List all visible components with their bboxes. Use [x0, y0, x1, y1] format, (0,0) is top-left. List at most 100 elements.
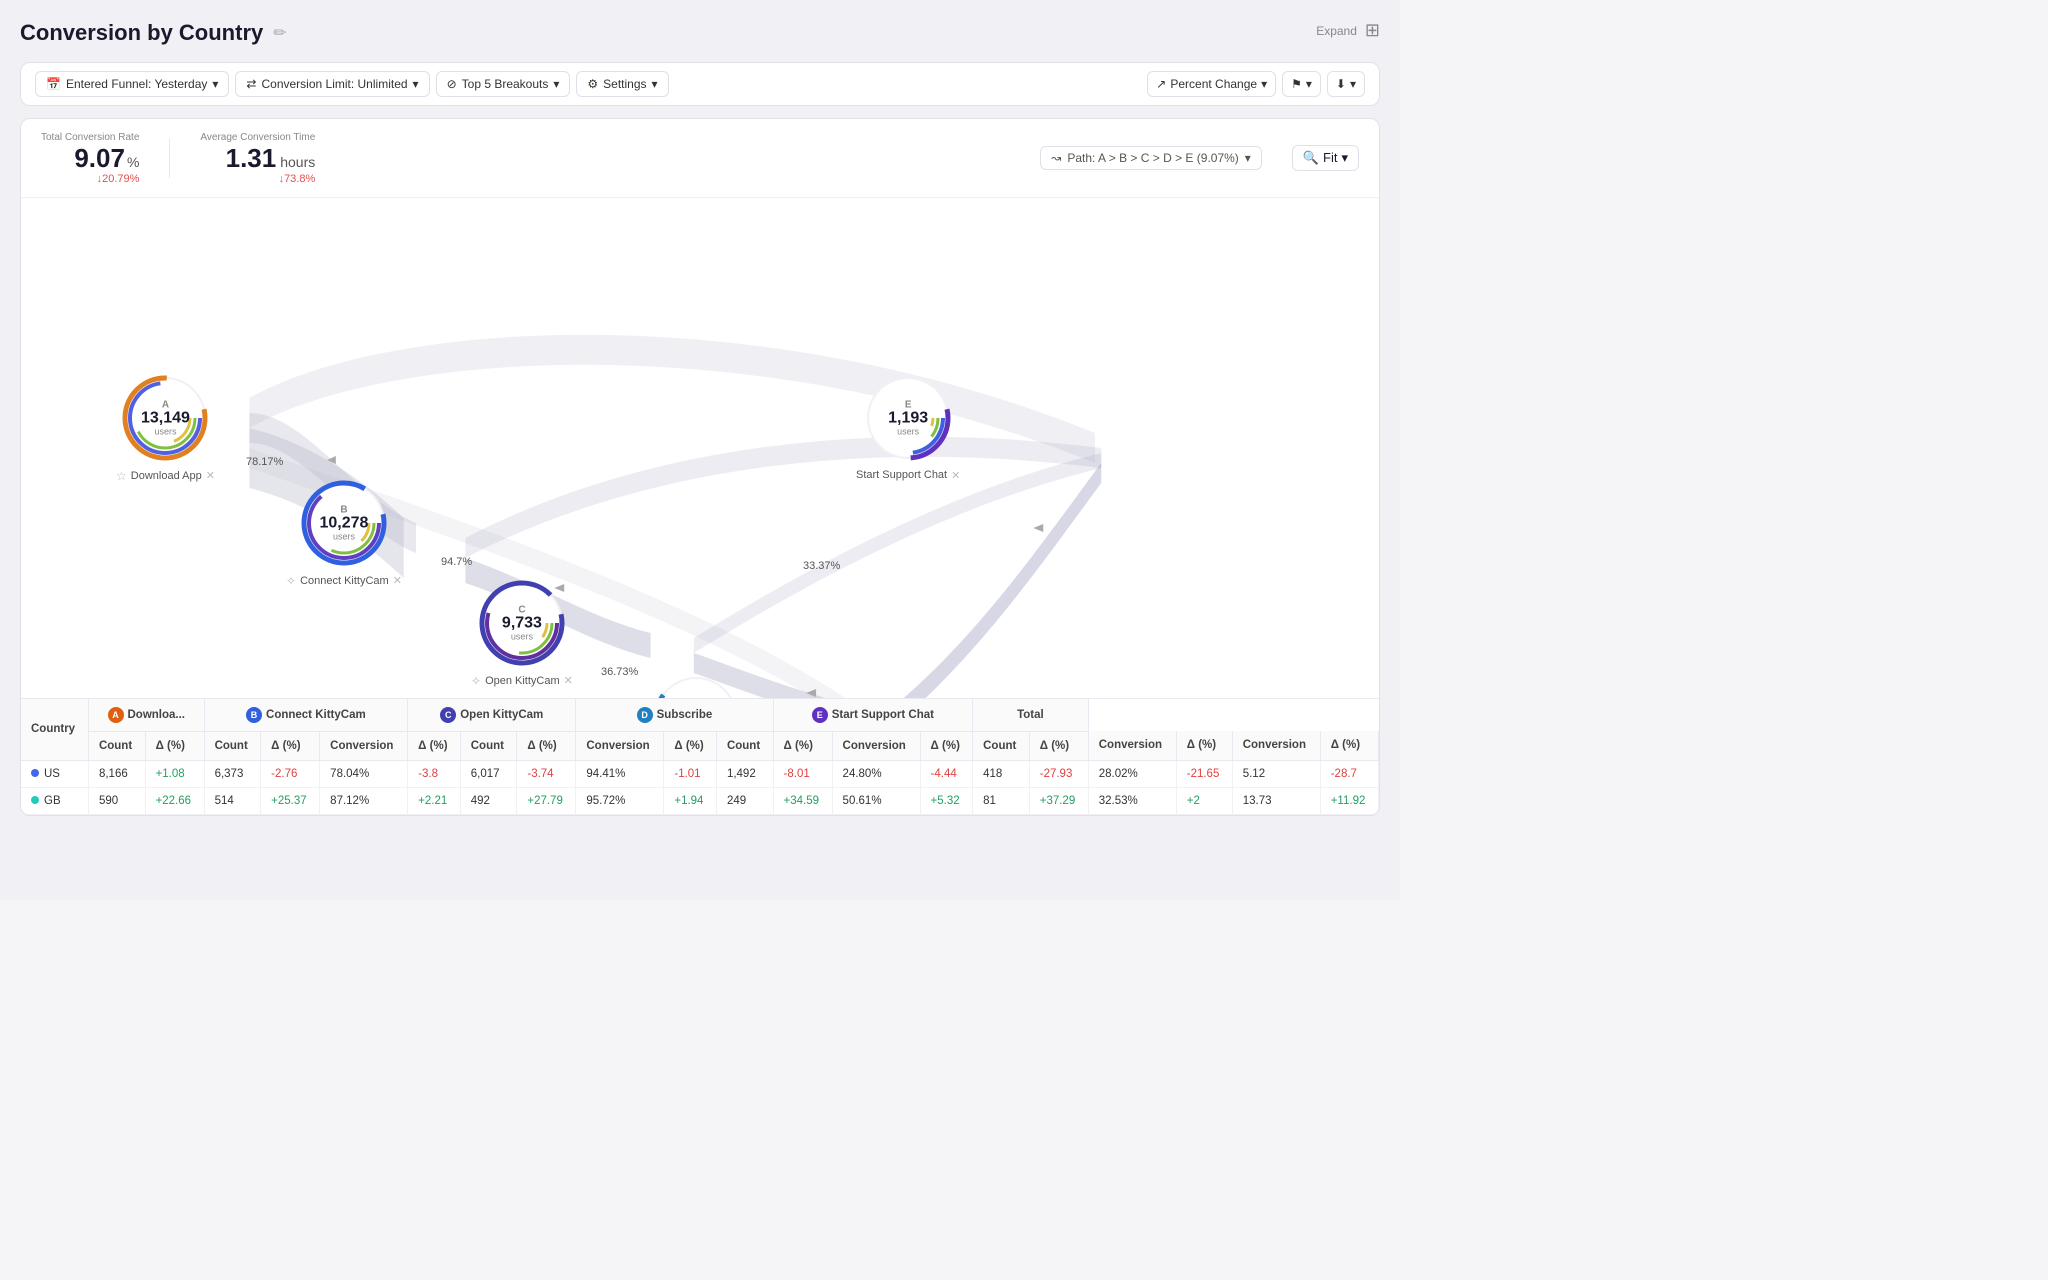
- avg-conversion-value: 1.31: [226, 144, 277, 173]
- node-b-count: 10,278: [320, 515, 369, 531]
- total-conversion-change: ↓20.79%: [97, 173, 140, 185]
- th-b-count: Count: [204, 731, 261, 760]
- node-c-users: users: [502, 631, 542, 641]
- filter-icon: ⊘: [447, 77, 457, 91]
- avg-conversion-change: ↓73.8%: [279, 173, 316, 185]
- node-e-count: 1,193: [888, 410, 928, 426]
- th-step-b: B Connect KittyCam: [204, 699, 408, 732]
- node-c-count: 9,733: [502, 615, 542, 631]
- chevron-down-icon2: ▾: [413, 77, 419, 91]
- td-us-b-conv: 78.04%: [320, 760, 408, 787]
- percent-change-btn[interactable]: ↗ Percent Change ▾: [1147, 71, 1276, 97]
- td-gb-d-count: 249: [716, 787, 773, 814]
- flag-btn[interactable]: ⚑ ▾: [1282, 71, 1321, 97]
- download-btn[interactable]: ⬇ ▾: [1327, 71, 1365, 97]
- pct-label-cd: 36.73%: [601, 666, 638, 678]
- calendar-icon: 📅: [46, 77, 61, 91]
- td-gb-d-conv-delta: +5.32: [920, 787, 973, 814]
- node-e-label: Start Support Chat ✕: [856, 469, 960, 482]
- td-gb-c-delta: +27.79: [517, 787, 576, 814]
- node-c-close[interactable]: ✕: [564, 674, 573, 687]
- td-us-c-conv: 94.41%: [576, 760, 664, 787]
- conversion-limit-btn[interactable]: ⇄ Conversion Limit: Unlimited ▾: [235, 71, 429, 97]
- table-wrapper[interactable]: Country A Downloa... B Connect K: [21, 699, 1379, 815]
- td-us-total-conv: 5.12: [1232, 760, 1320, 787]
- node-b[interactable]: B 10,278 users ✧ Connect KittyCam ✕: [286, 478, 402, 588]
- td-gb-c-conv: 95.72%: [576, 787, 664, 814]
- avg-conversion-unit: hours: [280, 154, 315, 170]
- funnel-filter-btn[interactable]: 📅 Entered Funnel: Yesterday ▾: [35, 71, 229, 97]
- pct-label-ab: 78.17%: [246, 456, 283, 468]
- th-total-conv: Conversion: [1232, 731, 1320, 760]
- td-us-a-delta: +1.08: [145, 760, 204, 787]
- chevron-down-icon7: ▾: [1350, 77, 1356, 91]
- expand-label[interactable]: Expand: [1316, 24, 1357, 38]
- th-step-d: D Subscribe: [576, 699, 773, 732]
- th-d-count: Count: [716, 731, 773, 760]
- th-e-delta: Δ (%): [1029, 731, 1088, 760]
- chevron-down-icon6: ▾: [1306, 77, 1312, 91]
- th-b-conv: Conversion: [320, 731, 408, 760]
- total-conversion-stat: Total Conversion Rate 9.07 % ↓20.79%: [41, 131, 139, 185]
- td-us-c-conv-delta: -1.01: [664, 760, 717, 787]
- th-step-a: A Downloa...: [88, 699, 204, 732]
- td-us-b-conv-delta: -3.8: [408, 760, 461, 787]
- td-country-gb: GB: [21, 787, 88, 814]
- td-gb-e-count: 81: [973, 787, 1030, 814]
- chevron-down-icon: ▾: [212, 77, 218, 91]
- td-us-e-delta: -27.93: [1029, 760, 1088, 787]
- node-a-users: users: [141, 426, 190, 436]
- node-b-users: users: [320, 531, 369, 541]
- th-c-conv: Conversion: [576, 731, 664, 760]
- swap-icon: ⇄: [246, 77, 256, 91]
- th-d-delta: Δ (%): [773, 731, 832, 760]
- total-conversion-value: 9.07: [74, 144, 125, 173]
- sankey-svg: [21, 198, 1379, 698]
- node-b-label: ✧ Connect KittyCam ✕: [286, 574, 402, 588]
- td-gb-b-delta: +25.37: [261, 787, 320, 814]
- th-c-conv-delta: Δ (%): [664, 731, 717, 760]
- chevron-down-icon5: ▾: [1261, 77, 1267, 91]
- td-us-total-delta: -28.7: [1320, 760, 1378, 787]
- node-a-close[interactable]: ✕: [206, 469, 215, 482]
- td-us-e-conv: 28.02%: [1088, 760, 1176, 787]
- download-icon: ⬇: [1336, 77, 1346, 91]
- path-info: ↝ Path: A > B > C > D > E (9.07%) ▾: [1040, 146, 1262, 170]
- breakdown-table: Country A Downloa... B Connect K: [21, 699, 1379, 815]
- th-e-count: Count: [973, 731, 1030, 760]
- node-e-users: users: [888, 426, 928, 436]
- node-e-close[interactable]: ✕: [951, 469, 960, 482]
- td-gb-d-conv: 50.61%: [832, 787, 920, 814]
- settings-btn[interactable]: ⚙ Settings ▾: [576, 71, 668, 97]
- funnel-area: A 13,149 users ☆ Download App ✕: [21, 198, 1379, 698]
- node-a[interactable]: A 13,149 users ☆ Download App ✕: [116, 373, 215, 483]
- node-b-close[interactable]: ✕: [393, 574, 402, 587]
- grid-icon[interactable]: ⊞: [1365, 20, 1380, 41]
- td-gb-a-count: 590: [88, 787, 145, 814]
- search-icon: 🔍: [1303, 150, 1319, 166]
- td-us-d-count: 1,492: [716, 760, 773, 787]
- td-us-c-count: 6,017: [460, 760, 517, 787]
- th-e-conv: Conversion: [1088, 731, 1176, 760]
- td-us-b-count: 6,373: [204, 760, 261, 787]
- node-c[interactable]: C 9,733 users ✧ Open KittyCam ✕: [471, 578, 573, 688]
- chevron-down-icon9: ▾: [1341, 150, 1348, 166]
- td-gb-b-count: 514: [204, 787, 261, 814]
- td-gb-e-conv-delta: +2: [1176, 787, 1232, 814]
- toolbar: 📅 Entered Funnel: Yesterday ▾ ⇄ Conversi…: [20, 62, 1380, 106]
- stats-bar: Total Conversion Rate 9.07 % ↓20.79% Ave…: [21, 119, 1379, 198]
- search-fit-btn[interactable]: 🔍 Fit ▾: [1292, 145, 1359, 171]
- flag-icon: ⚑: [1291, 77, 1302, 91]
- node-d[interactable]: D 3,575 users ✧ Subscribe ✕: [651, 673, 741, 698]
- td-gb-c-count: 492: [460, 787, 517, 814]
- edit-icon[interactable]: ✏: [273, 23, 286, 43]
- node-a-count: 13,149: [141, 410, 190, 426]
- top-breakouts-btn[interactable]: ⊘ Top 5 Breakouts ▾: [436, 71, 571, 97]
- page-header: Conversion by Country ✏: [20, 20, 1380, 46]
- pct-label-de: 33.37%: [803, 560, 840, 572]
- chevron-down-icon4: ▾: [652, 77, 658, 91]
- td-gb-c-conv-delta: +1.94: [664, 787, 717, 814]
- td-us-d-conv: 24.80%: [832, 760, 920, 787]
- page-title: Conversion by Country: [20, 20, 263, 46]
- node-e[interactable]: E 1,193 users Start Support Chat ✕: [856, 373, 960, 482]
